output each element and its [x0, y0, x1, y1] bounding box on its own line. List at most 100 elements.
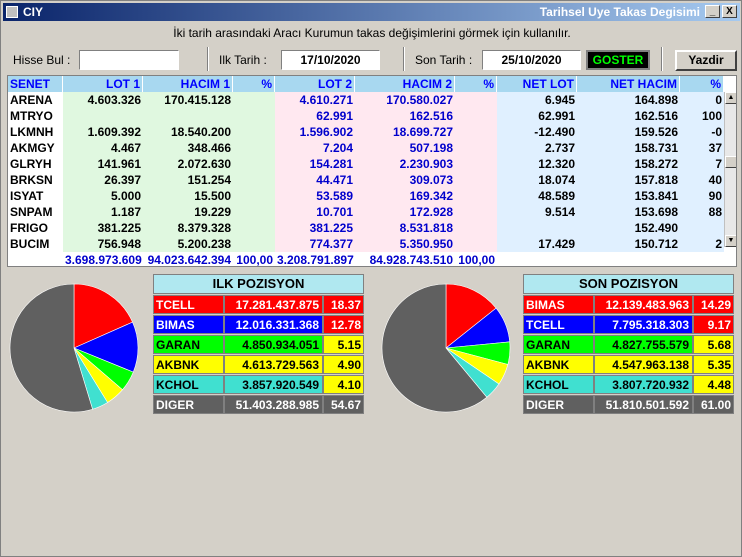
table-cell: 150.712: [577, 236, 680, 252]
table-row[interactable]: FRIGO 381.225 8.379.328 381.225 8.531.818 152…: [8, 220, 728, 236]
position-value: 4.547.963.138: [594, 355, 693, 374]
start-date-label: Ilk Tarih :: [219, 53, 267, 67]
column-header[interactable]: HACIM 1: [143, 76, 233, 92]
position-value: 7.795.318.303: [594, 315, 693, 334]
table-cell: 162.516: [577, 108, 680, 124]
table-row[interactable]: SNPAM 1.187 19.229 10.701 172.928 9.514 153.69…: [8, 204, 728, 220]
total-cell: 100,00: [455, 252, 497, 266]
table-cell: 53.589: [275, 188, 355, 204]
minimize-button[interactable]: _: [705, 5, 720, 18]
table-cell: 100: [680, 108, 724, 124]
table-row[interactable]: BUCIM 756.948 5.200.238 774.377 5.350.950 17.…: [8, 236, 728, 252]
total-cell: 3.698.973.609: [63, 252, 143, 267]
search-label: Hisse Bul :: [13, 53, 71, 67]
table-cell: 2.737: [497, 140, 577, 156]
table-cell: 507.198: [355, 140, 455, 156]
table-cell: [233, 156, 275, 172]
table-cell: 5.350.950: [355, 236, 455, 252]
start-date-input[interactable]: 17/10/2020: [281, 50, 380, 70]
table-cell: GLRYH: [8, 156, 63, 172]
goster-button[interactable]: GOSTER: [586, 50, 650, 70]
position-value: 51.810.501.592: [594, 395, 693, 414]
son-position-row: AKBNK 4.547.963.138 5.35: [523, 355, 734, 374]
scroll-down-icon[interactable]: ▼: [725, 235, 736, 247]
table-cell: 756.948: [63, 236, 143, 252]
table-cell: 44.471: [275, 172, 355, 188]
table-row[interactable]: ARENA 4.603.326 170.415.128 4.610.271 170.58…: [8, 92, 728, 108]
position-value: 17.281.437.875: [224, 295, 323, 314]
total-cell: [8, 252, 63, 266]
yazdir-button[interactable]: Yazdir: [675, 50, 737, 71]
table-cell: 153.841: [577, 188, 680, 204]
app-icon: [6, 6, 18, 18]
table-cell: 9.514: [497, 204, 577, 220]
table-cell: [455, 220, 497, 236]
position-name: KCHOL: [153, 375, 224, 394]
column-header[interactable]: HACIM 2: [355, 76, 455, 92]
table-row[interactable]: ISYAT 5.000 15.500 53.589 169.342 48.589 153.8…: [8, 188, 728, 204]
table-cell: 774.377: [275, 236, 355, 252]
table-cell: 381.225: [275, 220, 355, 236]
ilk-position-row: TCELL 17.281.437.875 18.37: [153, 295, 364, 314]
table-cell: [233, 92, 275, 108]
column-header[interactable]: %: [680, 76, 724, 92]
scroll-thumb[interactable]: [725, 156, 736, 168]
table-cell: AKMGY: [8, 140, 63, 156]
position-name: GARAN: [523, 335, 594, 354]
position-name: BIMAS: [153, 315, 224, 334]
ilk-position-row: DIGER 51.403.288.985 54.67: [153, 395, 364, 414]
table-cell: 62.991: [275, 108, 355, 124]
position-name: AKBNK: [153, 355, 224, 374]
column-header[interactable]: SENET: [8, 76, 63, 92]
table-cell: -12.490: [497, 124, 577, 140]
position-value: 51.403.288.985: [224, 395, 323, 414]
table-cell: [233, 108, 275, 124]
table-cell: BUCIM: [8, 236, 63, 252]
vertical-scrollbar[interactable]: ▲ ▼: [724, 92, 736, 247]
table-cell: 381.225: [63, 220, 143, 236]
table-cell: 157.818: [577, 172, 680, 188]
table-row[interactable]: LKMNH 1.609.392 18.540.200 1.596.902 18.699.…: [8, 124, 728, 140]
position-percent: 12.78: [323, 315, 364, 334]
table-row[interactable]: MTRYO 62.991 162.516 62.991 162.516 100: [8, 108, 728, 124]
column-header[interactable]: NET LOT: [497, 76, 577, 92]
ilk-position-row: BIMAS 12.016.331.368 12.78: [153, 315, 364, 334]
close-button[interactable]: X: [722, 5, 737, 18]
table-cell: 153.698: [577, 204, 680, 220]
table-cell: 152.490: [577, 220, 680, 236]
title-bar[interactable]: CIY Tarihsel Uye Takas Degisimi _ X: [3, 3, 740, 21]
table-row[interactable]: GLRYH 141.961 2.072.630 154.281 2.230.903 12.…: [8, 156, 728, 172]
table-cell: [233, 220, 275, 236]
son-position-row: TCELL 7.795.318.303 9.17: [523, 315, 734, 334]
scroll-up-icon[interactable]: ▲: [725, 92, 736, 104]
table-row[interactable]: BRKSN 26.397 151.254 44.471 309.073 18.074 157…: [8, 172, 728, 188]
table-cell: 164.898: [577, 92, 680, 108]
table-cell: 162.516: [355, 108, 455, 124]
table-cell: ARENA: [8, 92, 63, 108]
table-cell: SNPAM: [8, 204, 63, 220]
data-grid[interactable]: SENET LOT 1 HACIM 1 % LOT 2 HACIM 2 % NE…: [7, 75, 737, 267]
table-cell: 19.229: [143, 204, 233, 220]
table-cell: 12.320: [497, 156, 577, 172]
column-header[interactable]: %: [455, 76, 497, 92]
table-cell: 4.610.271: [275, 92, 355, 108]
table-cell: [63, 108, 143, 124]
position-percent: 5.15: [323, 335, 364, 354]
table-cell: [455, 236, 497, 252]
column-header[interactable]: %: [233, 76, 275, 92]
search-input[interactable]: [79, 50, 179, 70]
end-date-input[interactable]: 25/10/2020: [482, 50, 581, 70]
table-cell: 10.701: [275, 204, 355, 220]
table-cell: 62.991: [497, 108, 577, 124]
table-cell: 15.500: [143, 188, 233, 204]
table-row[interactable]: AKMGY 4.467 348.466 7.204 507.198 2.737 158.73…: [8, 140, 728, 156]
table-cell: [233, 140, 275, 156]
column-header[interactable]: NET HACIM: [577, 76, 680, 92]
column-header[interactable]: LOT 1: [63, 76, 143, 92]
table-cell: 2.230.903: [355, 156, 455, 172]
position-value: 12.139.483.963: [594, 295, 693, 314]
son-pozisyon-title: SON POZISYON: [523, 274, 734, 294]
column-header[interactable]: LOT 2: [275, 76, 355, 92]
table-cell: 309.073: [355, 172, 455, 188]
position-percent: 18.37: [323, 295, 364, 314]
